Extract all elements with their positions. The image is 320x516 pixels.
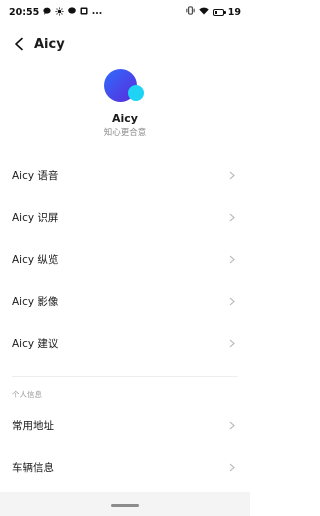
section-heading: 个人信息: [12, 390, 42, 399]
wifi-icon: [199, 7, 209, 18]
chevron-right-icon: [228, 213, 236, 221]
menu-item-voice[interactable]: Aicy 语音: [0, 154, 250, 196]
section-divider: [12, 376, 238, 377]
menu-item-label: 常用地址: [12, 419, 54, 432]
chevron-right-icon: [228, 421, 236, 429]
header: Aicy: [0, 30, 250, 58]
sun-icon: [55, 6, 64, 18]
chat-bubble-icon: [43, 7, 51, 17]
menu-item-label: Aicy 识屏: [12, 211, 59, 224]
menu-item-screen-recognition[interactable]: Aicy 识屏: [0, 196, 250, 238]
feature-menu: Aicy 语音 Aicy 识屏 Aicy 纵览 Aicy 影像 Aicy 建议: [0, 154, 250, 364]
personal-menu: 常用地址 车辆信息: [0, 404, 250, 488]
menu-item-label: 车辆信息: [12, 461, 54, 474]
vibrate-icon: [186, 6, 195, 18]
menu-item-vehicle-info[interactable]: 车辆信息: [0, 446, 250, 488]
home-indicator[interactable]: [111, 504, 139, 507]
chevron-right-icon: [228, 255, 236, 263]
chevron-right-icon: [228, 171, 236, 179]
battery-percent: 19: [227, 6, 241, 18]
chevron-right-icon: [228, 297, 236, 305]
chevron-right-icon: [228, 463, 236, 471]
menu-item-image[interactable]: Aicy 影像: [0, 280, 250, 322]
menu-item-label: Aicy 建议: [12, 337, 59, 350]
status-right: 19: [186, 6, 241, 18]
notification-icon: [80, 7, 88, 17]
logo-accent-circle: [128, 85, 144, 101]
page-title: Aicy: [34, 36, 65, 52]
app-name: Aicy: [112, 112, 138, 125]
battery-fill: [214, 10, 217, 14]
back-arrow-icon[interactable]: [12, 37, 26, 51]
message-icon: [68, 7, 77, 17]
menu-item-label: Aicy 语音: [12, 169, 59, 182]
battery-icon: [212, 8, 226, 16]
menu-item-label: Aicy 影像: [12, 295, 59, 308]
app-tagline: 知心更合意: [103, 128, 147, 138]
more-dots-icon: [92, 8, 102, 17]
app-logo: [104, 69, 146, 105]
menu-item-label: Aicy 纵览: [12, 253, 59, 266]
chevron-right-icon: [228, 339, 236, 347]
menu-item-common-addresses[interactable]: 常用地址: [0, 404, 250, 446]
status-time: 20:55: [9, 6, 40, 18]
status-left: 20:55: [9, 7, 102, 18]
menu-item-suggestions[interactable]: Aicy 建议: [0, 322, 250, 364]
status-bar: 20:55 19: [0, 0, 250, 24]
menu-item-overview[interactable]: Aicy 纵览: [0, 238, 250, 280]
